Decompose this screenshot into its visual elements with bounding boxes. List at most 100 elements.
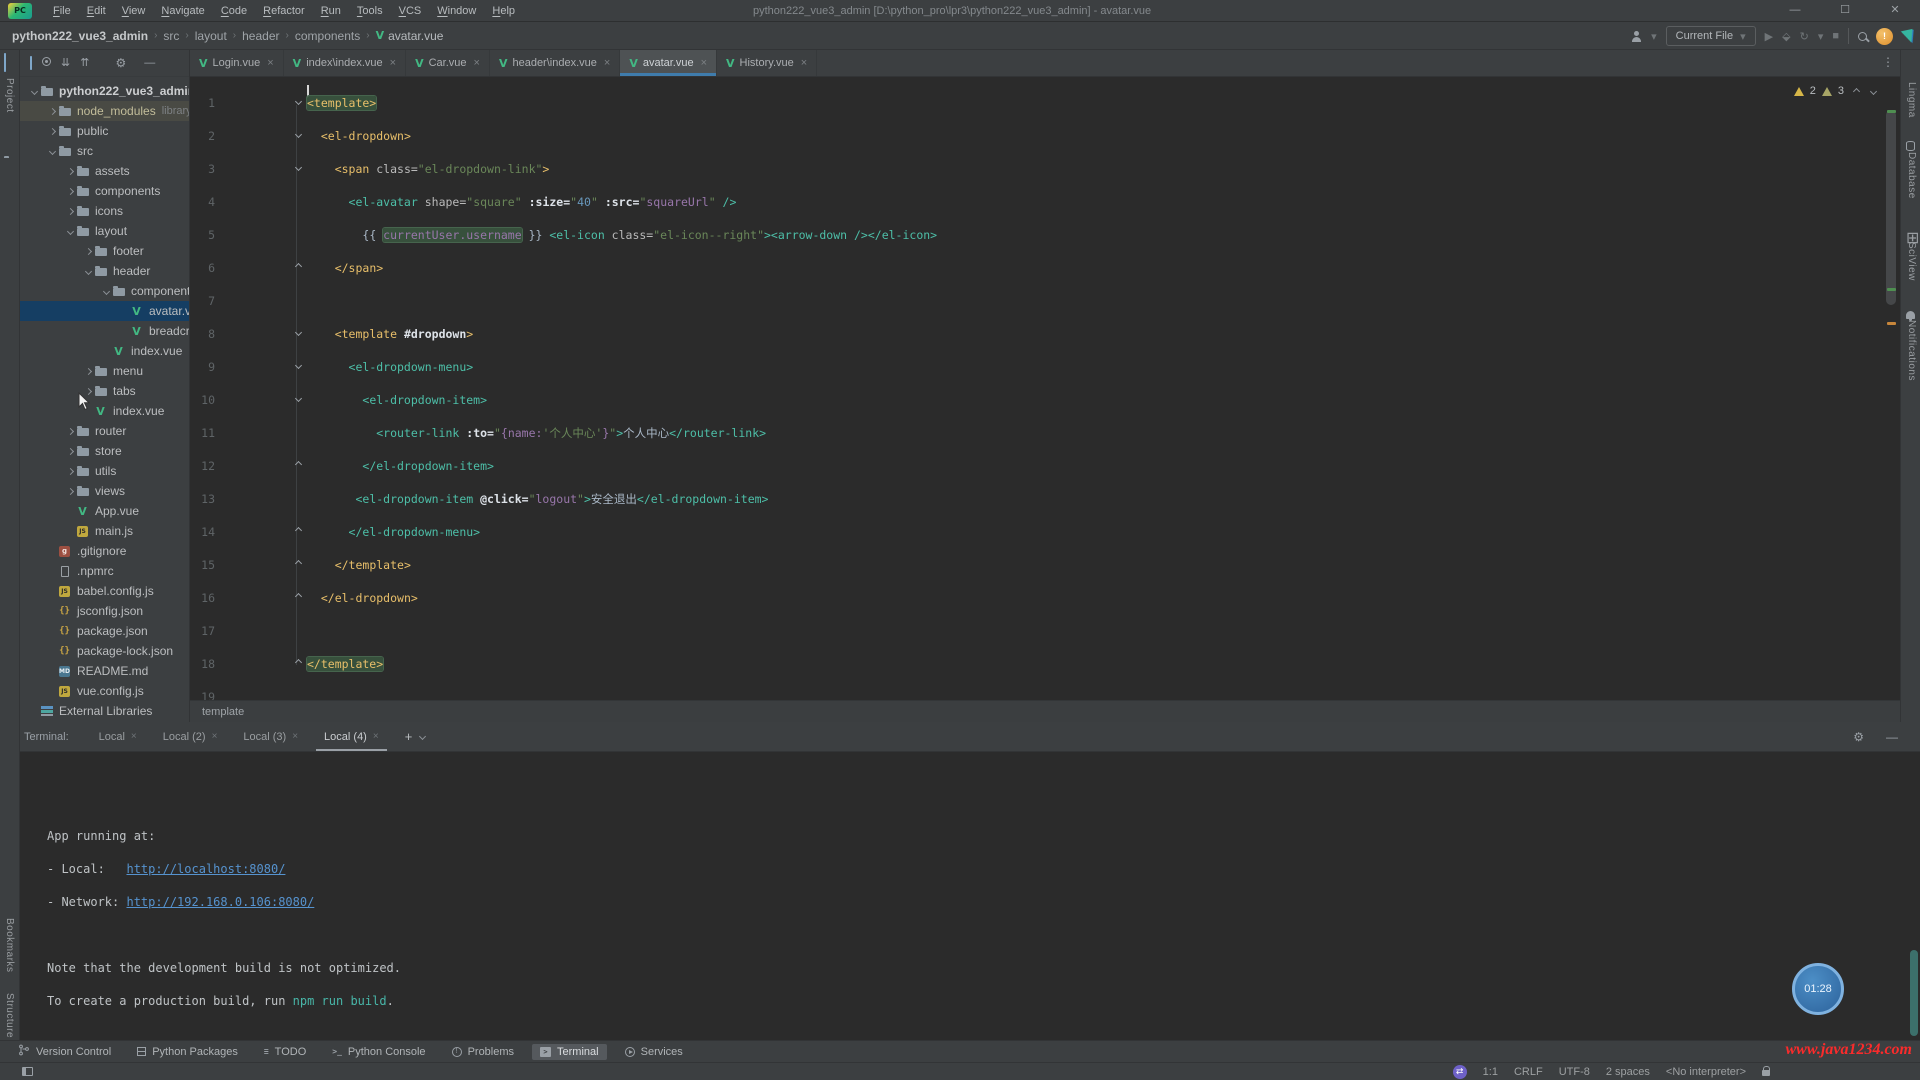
terminal-tab-local-3-[interactable]: Local (3)× [235, 722, 306, 751]
close-tab-icon[interactable]: × [604, 57, 610, 69]
terminal-tab-local[interactable]: Local× [91, 722, 145, 751]
hide-panel-icon[interactable]: — [144, 58, 155, 69]
fold-marker-icon[interactable] [295, 131, 302, 138]
user-dropdown-arrow-icon[interactable]: ▾ [1651, 30, 1657, 43]
close-tab-icon[interactable]: × [701, 57, 707, 69]
editor-tab-index-index-vue[interactable]: Vindex\index.vue× [284, 50, 406, 76]
fold-marker-icon[interactable] [295, 395, 302, 402]
tree-item-layout[interactable]: layout [20, 221, 189, 241]
tree-item-footer[interactable]: footer [20, 241, 189, 261]
tree-item-store[interactable]: store [20, 441, 189, 461]
next-problem-icon[interactable] [1870, 87, 1877, 94]
chevron-right-icon[interactable] [66, 467, 73, 474]
toolwindow-button-terminal[interactable]: >Terminal [532, 1044, 607, 1060]
toolwindow-button-problems[interactable]: !Problems [444, 1044, 522, 1060]
chevron-down-icon[interactable] [48, 147, 55, 154]
search-everywhere-icon[interactable] [1858, 32, 1867, 41]
breadcrumb-item[interactable]: header [242, 29, 279, 43]
tree-item-router[interactable]: router [20, 421, 189, 441]
tree-item-node-modules[interactable]: node_moduleslibrary root [20, 101, 189, 121]
tree-item-babel-config-js[interactable]: JSbabel.config.js [20, 581, 189, 601]
ide-promo-icon[interactable] [1901, 28, 1915, 43]
prev-problem-icon[interactable] [1853, 87, 1860, 94]
menu-code[interactable]: Code [214, 3, 254, 19]
menu-view[interactable]: View [115, 3, 153, 19]
minimize-button[interactable]: — [1770, 0, 1820, 22]
tree-item-package-json[interactable]: {}package.json [20, 621, 189, 641]
close-tab-icon[interactable]: × [801, 57, 807, 69]
tree-item--npmrc[interactable]: .npmrc [20, 561, 189, 581]
terminal-link[interactable]: http://192.168.0.106:8080/ [126, 895, 314, 909]
breadcrumb-item[interactable]: layout [195, 29, 227, 43]
chevron-right-icon[interactable] [66, 207, 73, 214]
editor-tab-header-index-vue[interactable]: Vheader\index.vue× [490, 50, 620, 76]
close-terminal-tab-icon[interactable]: × [292, 731, 298, 742]
fold-marker-icon[interactable] [295, 362, 302, 369]
tree-item-app-vue[interactable]: VApp.vue [20, 501, 189, 521]
close-terminal-tab-icon[interactable]: × [131, 731, 137, 742]
project-stripe-icon[interactable] [4, 54, 6, 72]
tree-item-python222-vue3-admin[interactable]: python222_vue3_admin [20, 81, 189, 101]
sync-status-icon[interactable]: ⇄ [1453, 1065, 1467, 1079]
editor-tab-history-vue[interactable]: VHistory.vue× [717, 50, 817, 76]
status-item-utf-8[interactable]: UTF-8 [1559, 1066, 1590, 1078]
chevron-down-icon[interactable] [84, 267, 91, 274]
breadcrumb-item[interactable]: python222_vue3_admin [12, 29, 148, 43]
menu-edit[interactable]: Edit [80, 3, 113, 19]
fold-marker-icon[interactable] [295, 263, 302, 270]
menu-window[interactable]: Window [430, 3, 483, 19]
menu-help[interactable]: Help [485, 3, 522, 19]
toolwindow-button-todo[interactable]: ≡TODO [256, 1044, 314, 1060]
sidebar-item-bookmarks[interactable]: Bookmarks [4, 918, 15, 973]
expand-all-icon[interactable]: ⇊ [61, 58, 70, 69]
tree-item-breadcrumb-vue[interactable]: Vbreadcrumb.vue [20, 321, 189, 341]
tab-options-icon[interactable]: ⋮ [1882, 55, 1894, 69]
chevron-right-icon[interactable] [48, 107, 55, 114]
menu-run[interactable]: Run [314, 3, 348, 19]
close-terminal-tab-icon[interactable]: × [212, 731, 218, 742]
tree-item-readme-md[interactable]: MDREADME.md [20, 661, 189, 681]
run-button[interactable]: ▶ [1765, 30, 1773, 43]
lock-icon[interactable] [1762, 1070, 1770, 1076]
sidebar-item-structure[interactable]: Structure [4, 993, 15, 1038]
tree-item-utils[interactable]: utils [20, 461, 189, 481]
fold-marker-icon[interactable] [295, 164, 302, 171]
editor-tab-car-vue[interactable]: VCar.vue× [406, 50, 490, 76]
chevron-right-icon[interactable] [66, 487, 73, 494]
status-item-2-spaces[interactable]: 2 spaces [1606, 1066, 1650, 1078]
inspections-widget[interactable]: 2 3 [1794, 85, 1876, 97]
chevron-right-icon[interactable] [66, 427, 73, 434]
terminal-tab-local-2-[interactable]: Local (2)× [155, 722, 226, 751]
maximize-button[interactable]: ☐ [1820, 0, 1870, 22]
tree-item-components[interactable]: components [20, 281, 189, 301]
sidebar-item-database[interactable]: Database [1906, 152, 1917, 199]
terminal-settings-gear-icon[interactable]: ⚙ [1853, 731, 1864, 743]
menu-vcs[interactable]: VCS [392, 3, 429, 19]
toolwindow-button-python-console[interactable]: >_Python Console [324, 1044, 433, 1060]
menu-refactor[interactable]: Refactor [256, 3, 312, 19]
code-editor[interactable]: 2 3 1<template>2 <el-dropdown>3 <span cl… [190, 77, 1900, 700]
breadcrumb-file[interactable]: Vavatar.vue [376, 29, 444, 43]
terminal-tab-local-4-[interactable]: Local (4)× [316, 722, 387, 751]
editor-tab-avatar-vue[interactable]: Vavatar.vue× [620, 50, 717, 76]
tree-item-tabs[interactable]: tabs [20, 381, 189, 401]
terminal-scrollbar[interactable] [1910, 950, 1918, 1036]
tree-item-jsconfig-json[interactable]: {}jsconfig.json [20, 601, 189, 621]
status-item-crlf[interactable]: CRLF [1514, 1066, 1543, 1078]
toolwindow-button-version-control[interactable]: Version Control [10, 1042, 119, 1061]
tree-item-index-vue[interactable]: Vindex.vue [20, 401, 189, 421]
menu-tools[interactable]: Tools [350, 3, 390, 19]
toolwindow-button-services[interactable]: Services [617, 1044, 691, 1060]
locate-icon[interactable] [42, 57, 51, 69]
status-item-1-1[interactable]: 1:1 [1483, 1066, 1498, 1078]
close-tab-icon[interactable]: × [390, 57, 396, 69]
close-tab-icon[interactable]: × [474, 57, 480, 69]
user-icon[interactable] [1631, 31, 1642, 42]
fold-marker-icon[interactable] [295, 98, 302, 105]
toolwindow-button-python-packages[interactable]: Python Packages [129, 1044, 246, 1060]
select-opened-file-icon[interactable] [30, 58, 32, 69]
chevron-right-icon[interactable] [84, 367, 91, 374]
close-button[interactable]: ✕ [1870, 0, 1920, 22]
tree-item-vue-config-js[interactable]: JSvue.config.js [20, 681, 189, 701]
chevron-down-icon[interactable] [66, 227, 73, 234]
